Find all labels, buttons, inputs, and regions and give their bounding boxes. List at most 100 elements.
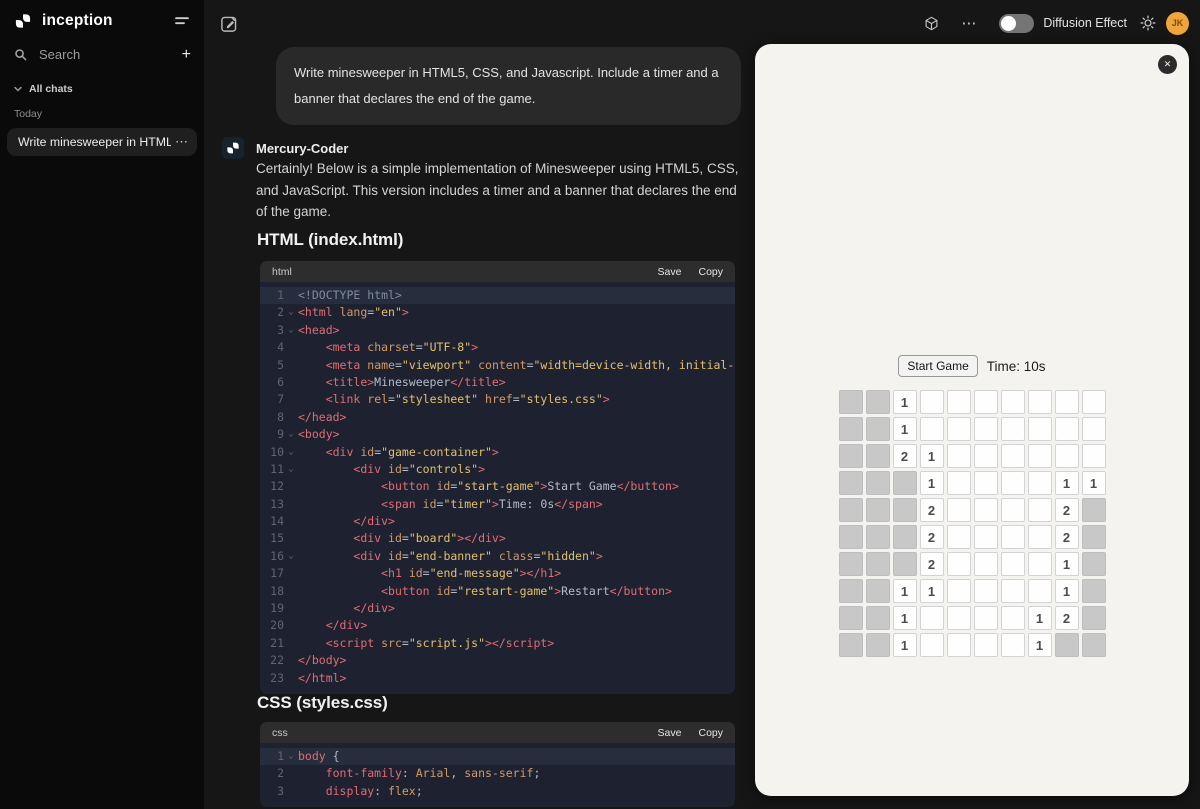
mine-cell[interactable]: 1 [892,390,917,414]
mine-cell[interactable] [838,606,863,630]
mine-cell[interactable] [1000,444,1025,468]
fold-chevron-icon[interactable]: ⌄ [284,444,298,461]
mine-cell[interactable] [973,525,998,549]
mine-cell[interactable]: 2 [919,525,944,549]
mine-cell[interactable] [946,471,971,495]
fold-chevron-icon[interactable]: ⌄ [284,548,298,565]
mine-cell[interactable] [1000,606,1025,630]
mine-cell[interactable] [1027,471,1052,495]
mine-cell[interactable] [946,525,971,549]
mine-cell[interactable] [973,498,998,522]
mine-cell[interactable] [946,498,971,522]
mine-cell[interactable] [892,552,917,576]
mine-cell[interactable] [1081,606,1106,630]
fold-chevron-icon[interactable]: ⌄ [284,426,298,443]
mine-cell[interactable]: 1 [919,444,944,468]
mine-cell[interactable] [838,417,863,441]
mine-cell[interactable] [838,471,863,495]
fold-chevron-icon[interactable]: ⌄ [284,322,298,339]
fold-chevron-icon[interactable]: ⌄ [284,461,298,478]
copy-code-button[interactable]: Copy [698,266,723,278]
mine-cell[interactable] [1081,417,1106,441]
mine-cell[interactable] [1000,525,1025,549]
mine-cell[interactable] [1000,417,1025,441]
mine-cell[interactable] [973,417,998,441]
sidebar-item-chat[interactable]: Write minesweeper in HTML5 ⋯ [7,128,197,156]
mine-cell[interactable] [1027,579,1052,603]
mine-cell[interactable] [838,498,863,522]
more-options-icon[interactable]: ⋯ [961,14,977,32]
mine-cell[interactable] [838,390,863,414]
mine-cell[interactable] [865,471,890,495]
mine-cell[interactable] [946,444,971,468]
mine-cell[interactable]: 2 [1054,606,1079,630]
save-code-button[interactable]: Save [658,727,682,739]
mine-cell[interactable] [1054,417,1079,441]
mine-cell[interactable] [1081,552,1106,576]
mine-cell[interactable]: 1 [1081,471,1106,495]
mine-cell[interactable] [865,498,890,522]
mine-cell[interactable] [946,552,971,576]
mine-cell[interactable] [865,606,890,630]
mine-cell[interactable] [973,390,998,414]
mine-cell[interactable] [1081,444,1106,468]
mine-cell[interactable]: 1 [919,579,944,603]
mine-cell[interactable] [1081,525,1106,549]
mine-cell[interactable] [973,606,998,630]
close-preview-icon[interactable]: ✕ [1158,55,1177,74]
mine-cell[interactable] [973,471,998,495]
mine-cell[interactable] [946,417,971,441]
mine-cell[interactable]: 2 [919,498,944,522]
fold-chevron-icon[interactable]: ⌄ [284,304,298,321]
mine-cell[interactable]: 1 [892,579,917,603]
new-chat-button[interactable]: + [182,46,191,62]
save-code-button[interactable]: Save [658,266,682,278]
mine-cell[interactable] [838,444,863,468]
mine-cell[interactable] [1081,498,1106,522]
mine-cell[interactable] [1027,417,1052,441]
mine-cell[interactable] [838,579,863,603]
mine-cell[interactable] [892,498,917,522]
user-avatar[interactable]: JK [1166,11,1189,35]
mine-cell[interactable]: 1 [1054,579,1079,603]
mine-cell[interactable] [865,444,890,468]
mine-cell[interactable]: 2 [1054,498,1079,522]
mine-cell[interactable] [865,417,890,441]
start-game-button[interactable]: Start Game [898,355,978,377]
mine-cell[interactable] [865,579,890,603]
compose-icon[interactable] [219,14,239,34]
mine-cell[interactable]: 1 [1027,606,1052,630]
mine-cell[interactable] [865,552,890,576]
mine-cell[interactable] [946,606,971,630]
sidebar-collapse-icon[interactable] [173,12,191,30]
mine-cell[interactable]: 1 [892,417,917,441]
mine-cell[interactable] [1027,525,1052,549]
mine-cell[interactable]: 1 [892,606,917,630]
mine-cell[interactable]: 1 [1054,471,1079,495]
mine-cell[interactable] [1027,498,1052,522]
mine-cell[interactable] [1000,390,1025,414]
mine-cell[interactable] [1027,552,1052,576]
mine-cell[interactable] [1081,579,1106,603]
mine-cell[interactable] [838,633,863,657]
mine-cell[interactable] [1000,633,1025,657]
mine-cell[interactable]: 2 [919,552,944,576]
mine-cell[interactable] [919,633,944,657]
mine-cell[interactable]: 1 [1054,552,1079,576]
mine-cell[interactable] [946,633,971,657]
mine-cell[interactable] [973,444,998,468]
mine-cell[interactable] [973,552,998,576]
mine-cell[interactable] [1027,390,1052,414]
mine-cell[interactable] [1054,633,1079,657]
mine-cell[interactable] [973,633,998,657]
mine-cell[interactable] [1000,579,1025,603]
fold-chevron-icon[interactable]: ⌄ [284,748,298,765]
mine-cell[interactable]: 1 [1027,633,1052,657]
mine-cell[interactable] [838,552,863,576]
mine-cell[interactable] [865,390,890,414]
mine-cell[interactable] [946,579,971,603]
mine-cell[interactable] [946,390,971,414]
mine-cell[interactable] [1000,471,1025,495]
mine-cell[interactable] [1027,444,1052,468]
diffusion-toggle[interactable] [999,13,1035,33]
